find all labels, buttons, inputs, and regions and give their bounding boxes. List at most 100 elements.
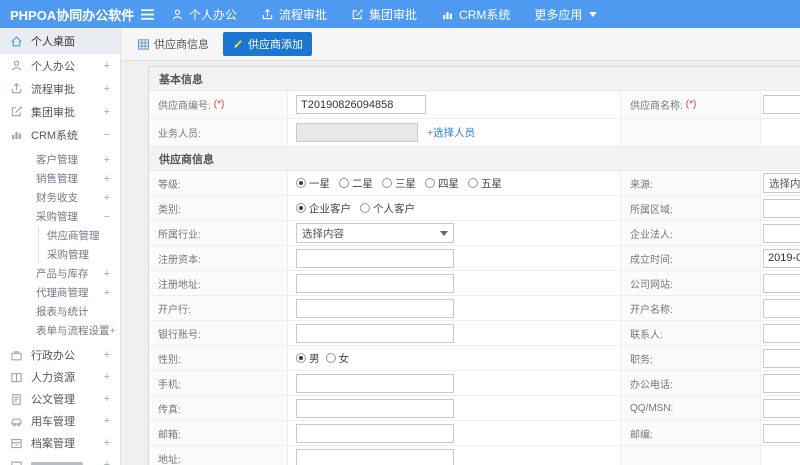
person-icon: [172, 9, 183, 19]
fax-label: 传真:: [149, 396, 288, 420]
sidebar-item-admin-office[interactable]: 行政办公 +: [0, 344, 120, 366]
qq-msn-input[interactable]: [763, 398, 800, 418]
sidebar-item-sales-mgmt[interactable]: 销售管理 +: [0, 169, 120, 188]
sidebar-item-purchase-mgmt[interactable]: 采购管理 −: [0, 207, 120, 226]
contact-label: 联系人:: [621, 321, 761, 345]
sidebar-item-agent-mgmt[interactable]: 代理商管理 +: [0, 283, 120, 302]
founded-date-label: 成立时间:: [621, 246, 761, 270]
sidebar-item-document-mgmt[interactable]: 公文管理 +: [0, 388, 120, 410]
supplier-add-form: 基本信息 供应商编号:(*) 供应商名称:(*) 业务人员: +选择人员: [148, 66, 800, 465]
sidebar-item-crm-system[interactable]: CRM系统 −: [0, 123, 120, 146]
address-input[interactable]: [296, 448, 454, 465]
top-menu: 个人办公 流程审批 集团审批 CRM系统 更多应用: [171, 6, 598, 23]
sidebar-item-archive-mgmt[interactable]: 档案管理 +: [0, 432, 120, 454]
sidebar-item-vehicle-mgmt[interactable]: 用车管理 +: [0, 410, 120, 432]
sidebar-item-reports-stats[interactable]: 报表与统计: [0, 302, 120, 321]
top-menu-crm-system[interactable]: CRM系统: [441, 6, 510, 23]
sidebar-item-product-inventory[interactable]: 产品与库存 +: [0, 264, 120, 283]
gender-radio-male[interactable]: 男: [296, 351, 320, 366]
chevron-down-icon: [440, 230, 448, 236]
office-phone-label: 办公电话:: [621, 371, 761, 395]
supplier-name-label: 供应商名称: (*): [621, 91, 761, 118]
grade-radio-2[interactable]: 二星: [339, 176, 373, 191]
sidebar-item-finance-inout[interactable]: 财务收支 +: [0, 188, 120, 207]
postcode-label: 邮编:: [621, 421, 761, 445]
sidebar-item-customer-mgmt[interactable]: 客户管理 +: [0, 150, 120, 169]
section-basic-info: 基本信息: [149, 67, 800, 91]
bank-branch-label: 开户行:: [149, 296, 288, 320]
choose-person-link[interactable]: +选择人员: [427, 125, 475, 140]
top-menu-personal-office[interactable]: 个人办公: [171, 6, 237, 23]
edit-square-icon: [352, 8, 364, 19]
category-radio-group: 企业客户 个人客户: [296, 201, 415, 216]
bank-account-input[interactable]: [296, 323, 454, 343]
position-input[interactable]: [763, 348, 800, 368]
email-input[interactable]: [296, 423, 454, 443]
workflow-icon: [11, 82, 22, 94]
person-icon: [11, 60, 22, 71]
category-radio-company[interactable]: 企业客户: [296, 201, 351, 216]
table-icon: [137, 38, 150, 50]
business-person-input[interactable]: [296, 123, 418, 142]
legal-person-label: 企业法人:: [621, 221, 761, 245]
sidebar-item-human-resources[interactable]: 人力资源 +: [0, 366, 120, 388]
account-name-input[interactable]: [763, 298, 800, 318]
supplier-code-input[interactable]: [296, 95, 426, 114]
legal-person-input[interactable]: [763, 223, 800, 243]
mobile-label: 手机:: [149, 371, 288, 395]
tab-supplier-info[interactable]: 供应商信息: [132, 32, 214, 56]
sidebar-item-group-approval[interactable]: 集团审批 +: [0, 100, 120, 123]
sidebar-item-personal-desktop[interactable]: 个人桌面: [0, 28, 120, 54]
edit-square-icon: [11, 106, 23, 117]
gender-label: 性别:: [149, 346, 288, 370]
mobile-input[interactable]: [296, 373, 454, 393]
sidebar-item-form-flow-settings[interactable]: 表单与流程设置 +: [0, 321, 120, 340]
gender-radio-female[interactable]: 女: [325, 351, 349, 366]
email-label: 邮箱:: [149, 421, 288, 445]
sidebar-item-purchase-mgmt-sub[interactable]: 采购管理: [0, 245, 120, 264]
contact-input[interactable]: [763, 323, 800, 343]
founded-date-input[interactable]: [763, 248, 800, 268]
tab-supplier-add[interactable]: 供应商添加: [223, 32, 312, 56]
gender-radio-group: 男 女: [296, 351, 349, 366]
registered-capital-input[interactable]: [296, 248, 454, 268]
car-icon: [11, 418, 22, 426]
sidebar-item-personal-office[interactable]: 个人办公 +: [0, 54, 120, 77]
supplier-code-label: 供应商编号: (*): [149, 91, 288, 118]
top-menu-workflow-approval[interactable]: 流程审批: [261, 6, 327, 23]
source-select[interactable]: 选择内容: [763, 173, 800, 193]
registered-address-input[interactable]: [296, 273, 454, 293]
supplier-name-input[interactable]: [763, 95, 800, 114]
top-menu-more-apps[interactable]: 更多应用: [534, 6, 598, 23]
office-phone-input[interactable]: [763, 373, 800, 393]
registered-capital-label: 注册资本:: [149, 246, 288, 270]
industry-select[interactable]: 选择内容: [296, 223, 454, 243]
website-label: 公司网站:: [621, 271, 761, 295]
grade-radio-1[interactable]: 一星: [296, 176, 330, 191]
address-label: 地址:: [149, 446, 288, 465]
industry-label: 所属行业:: [149, 221, 288, 245]
sidebar-item-supplier-mgmt[interactable]: 供应商管理: [0, 226, 120, 245]
sidebar-item-workflow-approval[interactable]: 流程审批 +: [0, 77, 120, 100]
bank-branch-input[interactable]: [296, 298, 454, 318]
category-radio-personal[interactable]: 个人客户: [360, 201, 415, 216]
bank-account-label: 银行账号:: [149, 321, 288, 345]
document-icon: [12, 393, 21, 405]
grade-radio-3[interactable]: 三星: [382, 176, 416, 191]
grade-radio-5[interactable]: 五星: [468, 176, 502, 191]
pencil-icon: [234, 40, 242, 48]
account-name-label: 开户名称:: [621, 296, 761, 320]
sidebar: 个人桌面 个人办公 + 流程审批 + 集团审批 + CRM系统 − 客户管理 +: [0, 28, 121, 465]
bar-chart-icon: [443, 11, 453, 19]
website-input[interactable]: [763, 273, 800, 293]
qq-msn-label: QQ/MSN:: [621, 396, 761, 420]
region-input[interactable]: [763, 198, 800, 218]
fax-input[interactable]: [296, 398, 454, 418]
hamburger-menu-icon[interactable]: [140, 8, 155, 21]
top-menu-group-approval[interactable]: 集团审批: [351, 6, 417, 23]
sidebar-item-partial[interactable]: +: [0, 454, 120, 465]
section-supplier-info: 供应商信息: [149, 147, 800, 171]
postcode-input[interactable]: [763, 423, 800, 443]
grade-radio-4[interactable]: 四星: [425, 176, 459, 191]
region-label: 所属区域:: [621, 196, 761, 220]
